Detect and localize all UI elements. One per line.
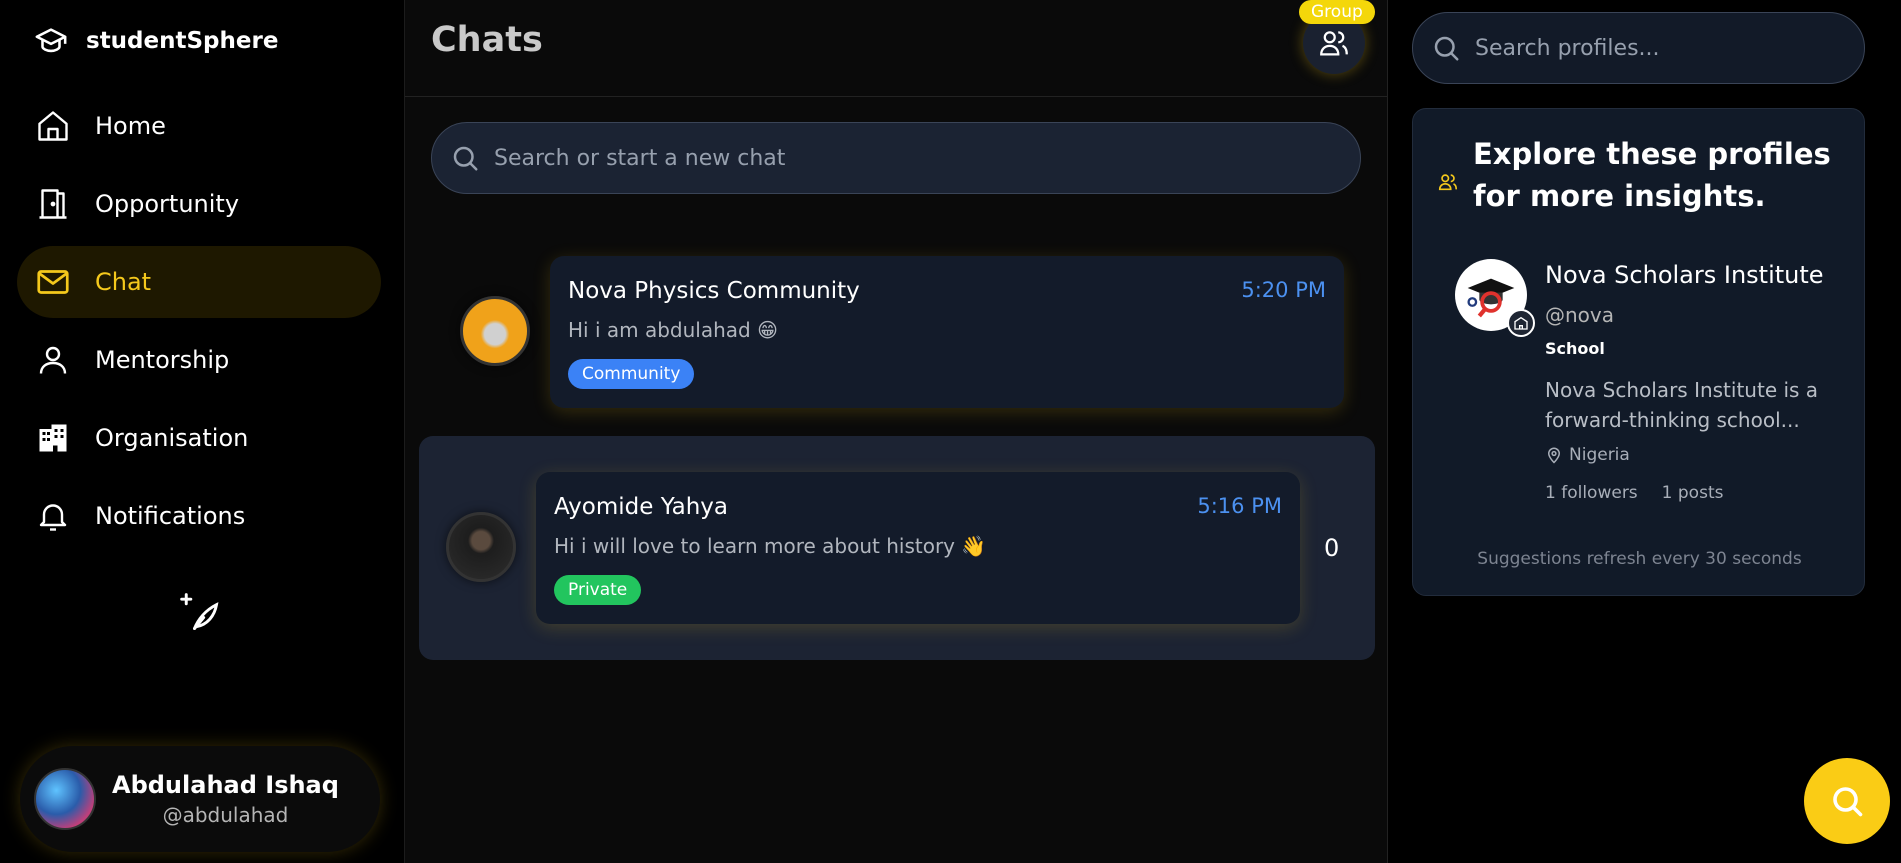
suggestions-footer: Suggestions refresh every 30 seconds <box>1477 549 1802 569</box>
sidebar-item-opportunity[interactable]: Opportunity <box>17 168 381 240</box>
sidebar: studentSphere Home Opportunity Chat Ment… <box>0 0 405 863</box>
avatar <box>34 768 96 830</box>
explore-title: Explore these profiles for more insights… <box>1473 137 1831 213</box>
bell-icon <box>39 504 67 531</box>
chat-last-message: Hi i am abdulahad 😁 <box>568 318 778 342</box>
explore-profiles-card: Explore these profiles for more insights… <box>1412 108 1865 596</box>
profile-search-input[interactable] <box>1475 35 1864 61</box>
sidebar-item-label: Opportunity <box>95 190 240 218</box>
building-icon <box>39 424 67 452</box>
chat-search-bar[interactable] <box>431 122 1361 194</box>
avatar <box>446 512 516 582</box>
door-icon <box>39 189 67 219</box>
sidebar-item-organisation[interactable]: Organisation <box>17 402 381 474</box>
chat-time: 5:20 PM <box>1241 278 1326 302</box>
home-icon <box>38 111 68 141</box>
sidebar-nav: Home Opportunity Chat Mentorship Organis… <box>17 90 381 558</box>
sidebar-item-label: Chat <box>95 268 152 296</box>
posts-count: 1 posts <box>1661 483 1724 503</box>
chats-panel: Chats Group Nova Physics Community 5:20 … <box>405 0 1388 863</box>
profile-search-bar[interactable] <box>1412 12 1865 84</box>
sidebar-item-chat[interactable]: Chat <box>17 246 381 318</box>
group-badge: Group <box>1299 0 1375 24</box>
school-icon <box>1514 316 1528 330</box>
brand-logo[interactable]: studentSphere <box>34 24 278 58</box>
chat-last-message: Hi i will love to learn more about histo… <box>554 534 987 558</box>
school-badge <box>1507 309 1535 337</box>
users-icon <box>1438 174 1458 191</box>
user-icon <box>39 346 67 374</box>
avatar <box>460 296 530 366</box>
sidebar-item-label: Mentorship <box>95 346 230 374</box>
suggestion-stats: 1 followers 1 posts <box>1545 483 1723 503</box>
search-icon <box>453 146 478 171</box>
followers-count: 1 followers <box>1545 483 1638 503</box>
chat-card[interactable]: Nova Physics Community 5:20 PM Hi i am a… <box>550 256 1344 408</box>
chat-item[interactable]: Nova Physics Community 5:20 PM Hi i am a… <box>419 250 1375 410</box>
sidebar-item-label: Organisation <box>95 424 249 452</box>
chat-search-input[interactable] <box>494 145 1360 171</box>
sidebar-item-home[interactable]: Home <box>17 90 381 162</box>
user-handle: @abdulahad <box>162 803 289 827</box>
users-icon <box>1320 31 1348 56</box>
unread-count: 0 <box>1324 534 1340 562</box>
chats-header: Chats Group <box>405 0 1387 97</box>
graduation-cap-icon <box>35 28 67 53</box>
feather-plus-icon[interactable] <box>178 590 222 634</box>
suggestion-handle: @nova <box>1545 303 1615 327</box>
search-icon <box>1833 787 1863 817</box>
sidebar-item-notifications[interactable]: Notifications <box>17 480 381 552</box>
location-text: Nigeria <box>1569 445 1630 465</box>
search-icon <box>1434 36 1459 61</box>
user-name: Abdulahad Ishaq <box>112 771 339 799</box>
user-profile-card[interactable]: Abdulahad Ishaq @abdulahad <box>20 746 380 852</box>
chat-type-badge: Private <box>554 575 642 605</box>
sidebar-item-label: Home <box>95 112 166 140</box>
suggestion-type: School <box>1545 339 1605 358</box>
page-title: Chats <box>431 20 543 60</box>
chat-name: Nova Physics Community <box>568 278 860 304</box>
mail-icon <box>37 270 69 294</box>
right-panel: Explore these profiles for more insights… <box>1388 0 1901 863</box>
chat-item[interactable]: Ayomide Yahya 5:16 PM Hi i will love to … <box>419 436 1375 660</box>
sidebar-item-mentorship[interactable]: Mentorship <box>17 324 381 396</box>
chat-card[interactable]: Ayomide Yahya 5:16 PM Hi i will love to … <box>536 472 1300 624</box>
sidebar-item-label: Notifications <box>95 502 246 530</box>
search-fab-button[interactable] <box>1804 758 1890 844</box>
brand-name: studentSphere <box>86 28 279 54</box>
chat-name: Ayomide Yahya <box>554 494 728 520</box>
map-pin-icon <box>1547 447 1561 464</box>
suggestion-name[interactable]: Nova Scholars Institute <box>1545 261 1824 289</box>
suggestion-location: Nigeria <box>1545 445 1630 465</box>
chat-type-badge: Community <box>568 359 695 389</box>
suggestion-description: Nova Scholars Institute is a forward-thi… <box>1545 378 1819 432</box>
chat-time: 5:16 PM <box>1197 494 1282 518</box>
